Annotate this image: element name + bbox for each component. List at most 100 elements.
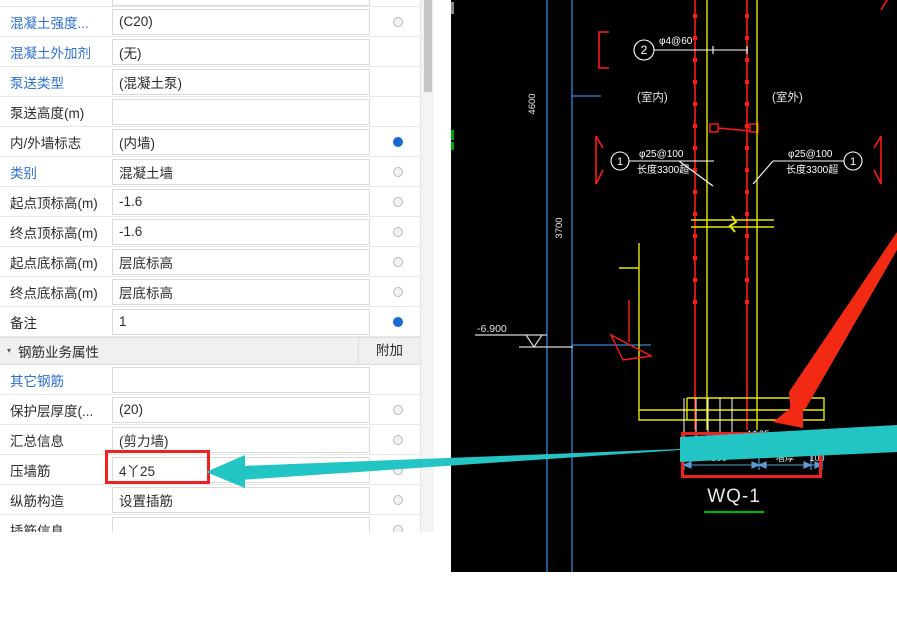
callout-1-right-text2: 长度3300超 xyxy=(786,163,838,176)
status-dot[interactable] xyxy=(393,316,403,327)
property-row[interactable]: 起点顶标高(m) -1.6 xyxy=(0,187,420,217)
property-row[interactable]: 类别 混凝土墙 xyxy=(0,157,420,187)
property-value-input[interactable]: 1 xyxy=(112,308,370,335)
cad-bottom-whitespace xyxy=(451,572,897,617)
property-flag-off[interactable] xyxy=(376,166,420,177)
property-label: 起点顶标高(m) xyxy=(10,195,98,211)
property-value-input[interactable]: 层底标高 xyxy=(112,278,370,305)
property-row[interactable]: 内/外墙标志 (内墙) xyxy=(0,127,420,157)
property-label: 起点底标高(m) xyxy=(10,255,98,271)
callout-1-left-number: 1 xyxy=(617,156,623,168)
property-flag-on[interactable] xyxy=(376,316,420,327)
property-label: 保护层厚度(... xyxy=(10,403,94,419)
status-dot[interactable] xyxy=(393,16,403,27)
callout-1-right-number: 1 xyxy=(850,156,856,168)
property-value-input[interactable]: (剪力墙) xyxy=(112,426,370,453)
status-dot[interactable] xyxy=(393,524,403,532)
property-flag-off[interactable] xyxy=(376,286,420,297)
vertical-dimension-top: 4600 xyxy=(527,93,538,114)
property-value-input[interactable]: 混凝土墙 xyxy=(112,158,370,185)
status-dot[interactable] xyxy=(393,136,403,147)
property-row[interactable]: 插筋信息 xyxy=(0,515,420,532)
status-dot[interactable] xyxy=(393,286,403,297)
property-label: 类别 xyxy=(10,165,37,181)
property-value-input[interactable]: (无) xyxy=(112,38,370,65)
property-label: 纵筋构造 xyxy=(10,493,64,509)
chevron-down-icon[interactable]: ▾ xyxy=(0,337,18,365)
status-dot[interactable] xyxy=(393,494,403,505)
status-dot[interactable] xyxy=(393,256,403,267)
status-dot[interactable] xyxy=(393,166,403,177)
property-flag-off[interactable] xyxy=(376,196,420,207)
callout-1-left-text2: 长度3300超 xyxy=(637,163,689,176)
property-row[interactable]: 其它钢筋 xyxy=(0,365,420,395)
property-row[interactable]: 混凝土强度... (C20) xyxy=(0,7,420,37)
callout-2-text: φ4@60 xyxy=(659,36,693,47)
status-dot[interactable] xyxy=(393,404,403,415)
property-value[interactable] xyxy=(112,0,370,6)
property-label: 混凝土强度... xyxy=(10,15,89,31)
property-label: 汇总信息 xyxy=(10,433,64,449)
panel-right-gap xyxy=(434,0,451,617)
property-flag-off[interactable] xyxy=(376,494,420,505)
property-label: 终点顶标高(m) xyxy=(10,225,98,241)
property-value-input[interactable]: (混凝土泵) xyxy=(112,68,370,95)
property-row[interactable]: 保护层厚度(... (20) xyxy=(0,395,420,425)
vertical-dimension-bottom: 3700 xyxy=(554,217,565,238)
label-room-inside: (室内) xyxy=(637,90,668,104)
cad-drawing-viewport[interactable]: -6.900 4600 3700 2 φ4@60 (室内) (室外) 1 φ25… xyxy=(451,0,897,572)
property-value-input[interactable]: 层底标高 xyxy=(112,248,370,275)
property-value-input[interactable]: 4丫25 xyxy=(112,456,370,483)
property-value-input[interactable]: (内墙) xyxy=(112,128,370,155)
property-flag-off[interactable] xyxy=(376,434,420,445)
property-flag-on[interactable] xyxy=(376,136,420,147)
cad-drawing: -6.900 4600 3700 2 φ4@60 (室内) (室外) 1 φ25… xyxy=(451,0,897,572)
property-row[interactable]: 起点底标高(m) 层底标高 xyxy=(0,247,420,277)
label-room-outside: (室外) xyxy=(772,90,803,104)
status-dot[interactable] xyxy=(393,464,403,475)
property-flag-off[interactable] xyxy=(376,256,420,267)
property-label: 压墙筋 xyxy=(10,463,51,479)
property-row[interactable]: 泵送高度(m) xyxy=(0,97,420,127)
drawing-title: WQ-1 xyxy=(707,486,761,507)
section-header-rebar[interactable]: ▾ 钢筋业务属性 附加 xyxy=(0,337,420,365)
status-dot[interactable] xyxy=(393,226,403,237)
panel-scrollbar-thumb[interactable] xyxy=(424,0,432,92)
property-row[interactable]: 终点顶标高(m) -1.6 xyxy=(0,217,420,247)
section-title: 钢筋业务属性 xyxy=(18,345,99,360)
property-row[interactable]: 汇总信息 (剪力墙) xyxy=(0,425,420,455)
footing-rebar-label: 4Φ25 xyxy=(746,429,769,440)
property-value-input[interactable]: (20) xyxy=(112,396,370,423)
property-row[interactable]: 压墙筋 4丫25 xyxy=(0,455,420,485)
property-value-input[interactable] xyxy=(112,516,370,532)
callout-1-right-text: φ25@100 xyxy=(788,149,833,160)
property-flag-off[interactable] xyxy=(376,404,420,415)
property-label: 内/外墙标志 xyxy=(10,135,82,151)
panel-scrollbar-track[interactable] xyxy=(420,0,434,532)
elevation-label: -6.900 xyxy=(477,323,507,335)
status-dot[interactable] xyxy=(393,196,403,207)
property-label: 混凝土外加剂 xyxy=(10,45,91,61)
property-value-input[interactable] xyxy=(112,98,370,125)
property-row-partial xyxy=(0,0,420,7)
screenshot-root: 混凝土强度... (C20) 混凝土外加剂 (无) 泵送类型 (混凝土泵) 泵送高度(m) 内… xyxy=(0,0,897,617)
property-value-input[interactable]: -1.6 xyxy=(112,188,370,215)
property-flag-off[interactable] xyxy=(376,524,420,532)
property-label: 泵送高度(m) xyxy=(10,105,85,121)
callout-2-number: 2 xyxy=(641,43,648,57)
property-flag-off[interactable] xyxy=(376,226,420,237)
property-row[interactable]: 混凝土外加剂 (无) xyxy=(0,37,420,67)
property-value-input[interactable]: -1.6 xyxy=(112,218,370,245)
property-row[interactable]: 纵筋构造 设置插筋 xyxy=(0,485,420,515)
panel-bottom-whitespace xyxy=(0,532,451,617)
property-value-input[interactable] xyxy=(112,366,370,393)
property-row[interactable]: 备注 1 xyxy=(0,307,420,337)
property-rows-general: 混凝土强度... (C20) 混凝土外加剂 (无) 泵送类型 (混凝土泵) 泵送高度(m) 内… xyxy=(0,7,420,337)
property-flag-off[interactable] xyxy=(376,464,420,475)
property-value-input[interactable]: 设置插筋 xyxy=(112,486,370,513)
property-row[interactable]: 终点底标高(m) 层底标高 xyxy=(0,277,420,307)
status-dot[interactable] xyxy=(393,434,403,445)
property-flag-off[interactable] xyxy=(376,16,420,27)
property-value-input[interactable]: (C20) xyxy=(112,8,370,35)
property-row[interactable]: 泵送类型 (混凝土泵) xyxy=(0,67,420,97)
